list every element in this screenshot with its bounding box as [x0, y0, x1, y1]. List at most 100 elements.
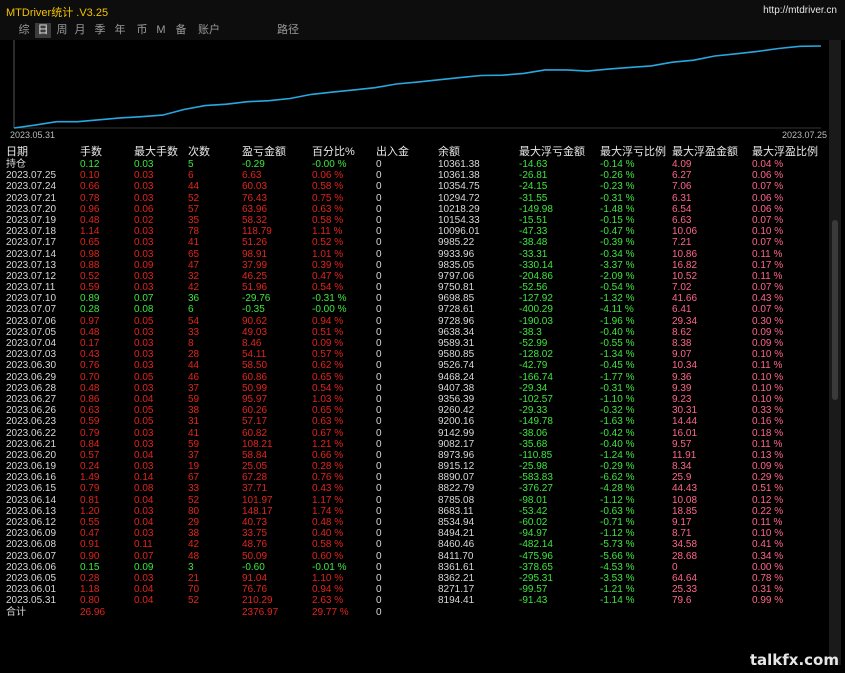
table-cell: 0.63 %	[312, 416, 344, 428]
column-header[interactable]: 次数	[188, 146, 210, 159]
total-cell: 合计	[6, 606, 26, 618]
table-row[interactable]: 2023.06.22 0.79 0.03 41 60.82 0.67 % 0 9142.99 -…	[6, 428, 829, 439]
table-row[interactable]: 2023.07.21 0.78 0.03 52 76.43 0.75 % 0 10294.72…	[6, 193, 829, 204]
table-row[interactable]: 2023.07.05 0.48 0.03 33 49.03 0.51 % 0 9638.34 -…	[6, 327, 829, 338]
tab-0[interactable]: 综	[16, 23, 32, 38]
column-header[interactable]: 最大浮盈比例	[752, 146, 818, 159]
table-cell: 1.49	[80, 472, 100, 484]
table-cell: -0.35	[242, 304, 265, 316]
table-row[interactable]: 2023.06.27 0.86 0.04 59 95.97 1.03 % 0 9356.39 -…	[6, 394, 829, 405]
column-header[interactable]: 盈亏金额	[242, 146, 286, 159]
table-row[interactable]: 2023.06.19 0.24 0.03 19 25.05 0.28 % 0 8915.12 -…	[6, 461, 829, 472]
table-row[interactable]: 2023.06.16 1.49 0.14 67 67.28 0.76 % 0 8890.07 -…	[6, 472, 829, 483]
table-row[interactable]: 2023.07.19 0.48 0.02 35 58.32 0.58 % 0 10154.33…	[6, 215, 829, 226]
table-total-row: 合计 26.96 2376.97 29.77 % 0	[6, 607, 829, 618]
table-row[interactable]: 2023.05.31 0.80 0.04 52 210.29 2.63 % 0 8194.41…	[6, 595, 829, 606]
column-header[interactable]: 余额	[438, 146, 460, 159]
table-cell: 2023.06.26	[6, 405, 57, 417]
table-row[interactable]: 2023.06.01 1.18 0.04 70 76.76 0.94 % 0 8271.17 -…	[6, 584, 829, 595]
app-url-link[interactable]: http://mtdriver.cn	[763, 5, 837, 16]
table-cell: 2023.07.19	[6, 214, 57, 226]
table-row[interactable]: 2023.07.07 0.28 0.08 6 -0.35 -0.00 % 0 9728.61 -…	[6, 304, 829, 315]
vertical-scrollbar[interactable]	[829, 40, 841, 665]
column-header[interactable]: 出入金	[376, 146, 409, 159]
tab-9[interactable]: 账户	[194, 23, 224, 38]
table-cell: -0.60	[242, 561, 265, 573]
tab-7[interactable]: M	[154, 23, 168, 38]
table-row[interactable]: 2023.07.03 0.43 0.03 28 54.11 0.57 % 0 9580.85 -…	[6, 349, 829, 360]
table-row[interactable]: 2023.06.09 0.47 0.03 38 33.75 0.40 % 0 8494.21 -…	[6, 528, 829, 539]
table-row[interactable]: 2023.06.08 0.91 0.11 42 48.76 0.58 % 0 8460.46 -…	[6, 539, 829, 550]
tab-6[interactable]: 币	[134, 23, 150, 38]
table-row[interactable]: 持仓 0.12 0.03 5 -0.29 -0.00 % 0 10361.38 -14.63 -0…	[6, 159, 829, 170]
table-cell: 18.85	[672, 505, 698, 517]
table-cell: 0	[376, 170, 382, 182]
total-cell: 0	[376, 606, 382, 618]
table-row[interactable]: 2023.07.18 1.14 0.03 78 118.79 1.11 % 0 10096.0…	[6, 226, 829, 237]
table-cell: -330.14	[519, 259, 553, 271]
tab-10[interactable]: 路径	[273, 23, 303, 38]
table-cell: 25.05	[242, 461, 268, 473]
table-cell: 0.59	[80, 282, 100, 294]
table-cell: -1.14 %	[600, 595, 635, 607]
table-cell: 0.66 %	[312, 449, 344, 461]
table-cell: -0.32 %	[600, 405, 635, 417]
table-row[interactable]: 2023.07.13 0.88 0.09 47 37.99 0.39 % 0 9835.05 -…	[6, 260, 829, 271]
table-cell: 0.58 %	[312, 181, 344, 193]
table-row[interactable]: 2023.06.14 0.81 0.04 52 101.97 1.17 % 0 8785.08…	[6, 495, 829, 506]
table-row[interactable]: 2023.06.13 1.20 0.03 80 148.17 1.74 % 0 8683.11…	[6, 506, 829, 517]
column-header[interactable]: 最大手数	[134, 146, 178, 159]
chart-x-end-label: 2023.07.25	[782, 130, 827, 140]
table-row[interactable]: 2023.06.29 0.70 0.05 46 60.86 0.65 % 0 9468.24 -…	[6, 372, 829, 383]
table-cell: 42	[188, 282, 200, 294]
tab-4[interactable]: 季	[92, 23, 108, 38]
table-row[interactable]: 2023.07.11 0.59 0.03 42 51.96 0.54 % 0 9750.81 -…	[6, 282, 829, 293]
table-cell: 8973.96	[438, 449, 475, 461]
table-cell: 2023.06.23	[6, 416, 57, 428]
table-row[interactable]: 2023.06.12 0.55 0.04 29 40.73 0.48 % 0 8534.94 -…	[6, 517, 829, 528]
table-cell: 0.09 %	[312, 338, 344, 349]
table-cell: 6	[188, 304, 194, 316]
table-row[interactable]: 2023.06.15 0.79 0.08 33 37.71 0.43 % 0 8822.79 -…	[6, 483, 829, 494]
table-row[interactable]: 2023.06.20 0.57 0.04 37 58.84 0.66 % 0 8973.96 -…	[6, 450, 829, 461]
table-row[interactable]: 2023.07.10 0.89 0.07 36 -29.76 -0.31 % 0 9698.8…	[6, 293, 829, 304]
table-row[interactable]: 2023.07.14 0.98 0.03 65 98.91 1.01 % 0 9933.96 -…	[6, 249, 829, 260]
table-row[interactable]: 2023.07.06 0.97 0.05 54 90.62 0.94 % 0 9728.96 -…	[6, 316, 829, 327]
table-row[interactable]: 2023.07.24 0.66 0.03 44 60.03 0.58 % 0 10354.75…	[6, 181, 829, 192]
column-header[interactable]: 最大浮亏比例	[600, 146, 666, 159]
tab-8[interactable]: 备	[173, 23, 189, 38]
table-cell: 0.43	[80, 349, 100, 361]
table-row[interactable]: 2023.06.06 0.15 0.09 3 -0.60 -0.01 % 0 8361.61 -…	[6, 562, 829, 573]
table-row[interactable]: 2023.06.21 0.84 0.03 59 108.21 1.21 % 0 9082.17…	[6, 439, 829, 450]
column-header[interactable]: 最大浮亏金额	[519, 146, 585, 159]
table-cell: 0.48	[80, 382, 100, 394]
table-row[interactable]: 2023.07.20 0.96 0.06 57 63.96 0.63 % 0 10218.29…	[6, 204, 829, 215]
table-row[interactable]: 2023.06.28 0.48 0.03 37 50.99 0.54 % 0 9407.38 -…	[6, 383, 829, 394]
table-row[interactable]: 2023.06.23 0.59 0.05 31 57.17 0.63 % 0 9200.16 -…	[6, 416, 829, 427]
tab-5[interactable]: 年	[112, 23, 128, 38]
tab-1[interactable]: 日	[35, 23, 51, 38]
column-header[interactable]: 最大浮盈金额	[672, 146, 738, 159]
column-header[interactable]: 日期	[6, 146, 28, 159]
table-row[interactable]: 2023.07.04 0.17 0.03 8 8.46 0.09 % 0 9589.31 -52…	[6, 338, 829, 349]
table-cell: -1.48 %	[600, 203, 635, 215]
table-cell: 2023.07.17	[6, 237, 57, 249]
table-cell: 0.07 %	[752, 237, 784, 249]
table-row[interactable]: 2023.07.17 0.65 0.03 41 51.26 0.52 % 0 9985.22 -…	[6, 237, 829, 248]
tab-3[interactable]: 月	[72, 23, 88, 38]
table-cell: 1.11 %	[312, 226, 343, 238]
table-row[interactable]: 2023.07.12 0.52 0.03 32 46.25 0.47 % 0 9797.06 -…	[6, 271, 829, 282]
table-cell: 0.03	[134, 237, 154, 249]
table-cell: 54	[188, 315, 200, 327]
table-cell: 2023.06.12	[6, 517, 57, 528]
table-row[interactable]: 2023.06.05 0.28 0.03 21 91.04 1.10 % 0 8362.21 -…	[6, 573, 829, 584]
table-row[interactable]: 2023.06.07 0.90 0.07 48 50.09 0.60 % 0 8411.70 -…	[6, 551, 829, 562]
column-header[interactable]: 百分比%	[312, 146, 355, 159]
table-row[interactable]: 2023.07.25 0.10 0.03 6 6.63 0.06 % 0 10361.38 -2…	[6, 170, 829, 181]
scrollbar-thumb[interactable]	[832, 220, 838, 400]
table-row[interactable]: 2023.06.26 0.63 0.05 38 60.26 0.65 % 0 9260.42 -…	[6, 405, 829, 416]
table-cell: -128.02	[519, 349, 553, 361]
table-row[interactable]: 2023.06.30 0.76 0.03 44 58.50 0.62 % 0 9526.74 -…	[6, 360, 829, 371]
tab-2[interactable]: 周	[54, 23, 70, 38]
column-header[interactable]: 手数	[80, 146, 102, 159]
